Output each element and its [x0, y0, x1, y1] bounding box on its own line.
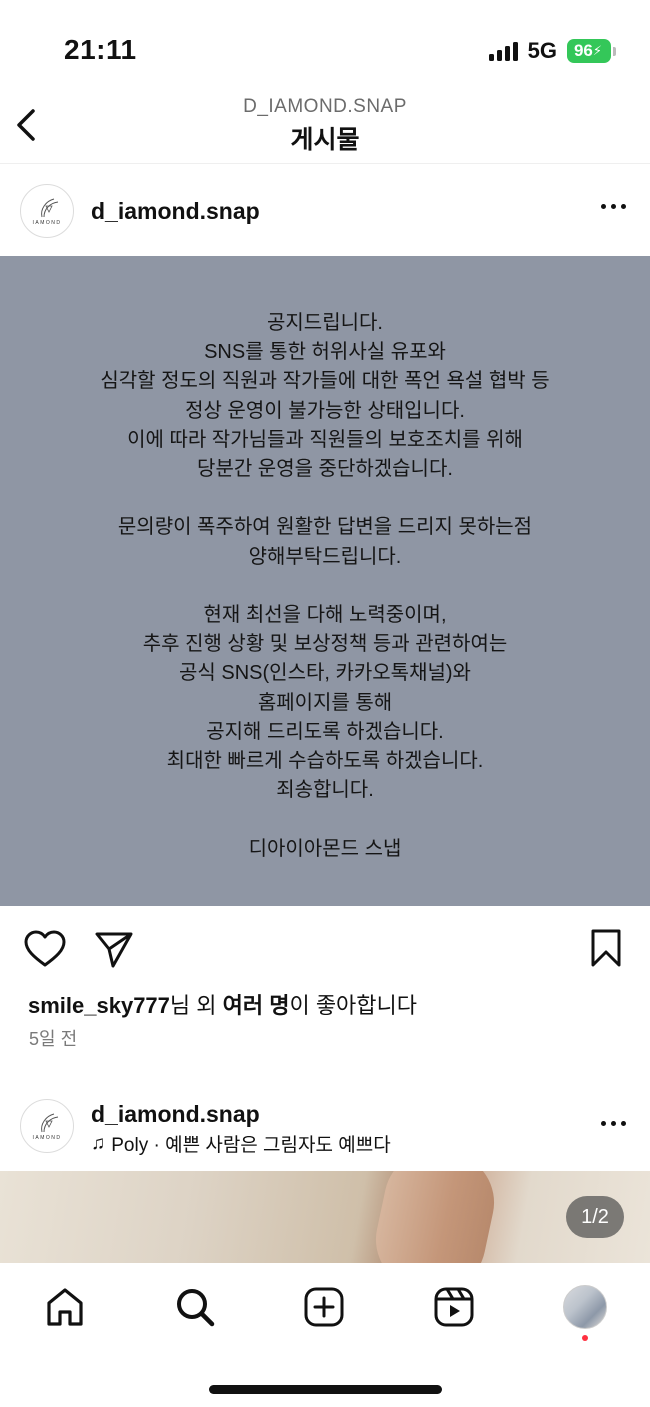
- post-image[interactable]: 공지드립니다. SNS를 통한 허위사실 유포와심각할 정도의 직원과 작가들에 …: [0, 256, 650, 906]
- more-options-icon[interactable]: [599, 1115, 628, 1132]
- battery-level: 96: [573, 41, 593, 60]
- page-counter: 1/2: [566, 1196, 624, 1238]
- notice-line: 죄송합니다.: [276, 779, 374, 802]
- battery-icon: 96 ⚡: [567, 39, 616, 63]
- avatar[interactable]: IAMOND: [20, 184, 74, 238]
- signal-icon: [488, 41, 518, 61]
- notice-line: 추후 진행 상황 및 보상정책 등과 관련하여는: [142, 633, 508, 656]
- music-label: Poly · 예쁜 사람은 그림자도 예쁘다: [111, 1135, 391, 1156]
- likes-user[interactable]: smile_sky777: [28, 993, 170, 1018]
- tab-bar: [0, 1263, 650, 1407]
- notice-line: 공지해 드리도록 하겠습니다.: [206, 720, 444, 743]
- photo-content: [366, 1171, 504, 1263]
- post2-music[interactable]: ♫ Poly · 예쁜 사람은 그림자도 예쁘다: [91, 1130, 391, 1157]
- notice-line: 최대한 빠르게 수습하도록 하겠습니다.: [166, 750, 484, 773]
- notice-line: 심각할 정도의 직원과 작가들에 대한 폭언 욕설 협박 등: [100, 370, 550, 393]
- diamond-logo-icon: [41, 1113, 59, 1132]
- likes-tail: 이 좋아합니다: [289, 993, 418, 1018]
- tab-search[interactable]: [171, 1283, 219, 1331]
- notice-line: 당분간 운영을 중단하겠습니다.: [197, 458, 453, 481]
- notice-line: 정상 운영이 불가능한 상태입니다.: [185, 399, 465, 422]
- post2-image[interactable]: 1/2: [0, 1171, 650, 1263]
- page-header: D_IAMOND.SNAP 게시물: [0, 90, 650, 164]
- home-indicator: [209, 1385, 442, 1394]
- bookmark-icon[interactable]: [590, 928, 622, 968]
- notice-line: 양해부탁드립니다.: [248, 545, 402, 568]
- post-username[interactable]: d_iamond.snap: [91, 198, 260, 225]
- send-icon[interactable]: [94, 930, 134, 970]
- tab-reels[interactable]: [430, 1283, 478, 1331]
- notice-line: 공지드립니다.: [267, 312, 383, 334]
- notice-line: 디아이아몬드 스냅: [248, 837, 402, 860]
- tab-profile[interactable]: [561, 1283, 609, 1331]
- home-icon: [47, 1288, 83, 1326]
- post-header: IAMOND d_iamond.snap: [0, 164, 650, 256]
- status-indicators: 5G 96 ⚡: [488, 38, 616, 64]
- avatar[interactable]: IAMOND: [20, 1099, 74, 1153]
- notification-dot: [582, 1335, 588, 1341]
- notice-line: 문의량이 폭주하여 원활한 답변을 드리지 못하는점: [117, 516, 533, 539]
- notice-line: 이에 따라 작가님들과 직원들의 보호조치를 위해: [127, 428, 523, 451]
- likes-mid: 님 외: [169, 993, 223, 1018]
- post-date: 5일 전: [29, 1029, 78, 1049]
- page-title: 게시물: [290, 126, 360, 154]
- notice-text: 공지드립니다. SNS를 통한 허위사실 유포와심각할 정도의 직원과 작가들에 …: [100, 309, 549, 864]
- post-actions: [0, 906, 650, 990]
- post2-username[interactable]: d_iamond.snap: [91, 1101, 260, 1128]
- diamond-logo-icon: [41, 198, 59, 217]
- notice-line: 현재 최선을 다해 노력중이며,: [203, 604, 447, 626]
- likes-others[interactable]: 여러 명: [223, 993, 290, 1018]
- tab-create[interactable]: [300, 1283, 348, 1331]
- heart-icon[interactable]: [24, 930, 66, 968]
- likes-summary[interactable]: smile_sky777님 외 여러 명이 좋아합니다: [28, 988, 417, 1020]
- notice-line: 홈페이지를 통해: [257, 691, 393, 714]
- tab-home[interactable]: [41, 1283, 89, 1331]
- notice-gap: [100, 805, 549, 834]
- search-icon: [177, 1289, 215, 1327]
- notice-line: SNS를 통한 허위사실 유포와: [204, 341, 446, 364]
- notice-line: 공식 SNS(인스타, 카카오톡채널)와: [179, 662, 471, 685]
- avatar-logo-text: IAMOND: [32, 219, 62, 226]
- avatar-logo-text: IAMOND: [32, 1134, 62, 1141]
- status-time: 21:11: [64, 34, 137, 65]
- create-icon: [304, 1287, 344, 1327]
- notice-gap: [100, 572, 549, 601]
- more-options-icon[interactable]: [599, 198, 628, 215]
- music-note-icon: ♫: [91, 1132, 106, 1154]
- network-label: 5G: [527, 38, 557, 63]
- post2-header: IAMOND d_iamond.snap ♫ Poly · 예쁜 사람은 그림자…: [0, 1085, 650, 1171]
- header-username: D_IAMOND.SNAP: [243, 96, 407, 117]
- profile-avatar: [563, 1285, 607, 1329]
- status-bar: 21:11 5G 96 ⚡: [0, 0, 650, 90]
- notice-gap: [100, 484, 549, 513]
- reels-icon: [434, 1287, 474, 1327]
